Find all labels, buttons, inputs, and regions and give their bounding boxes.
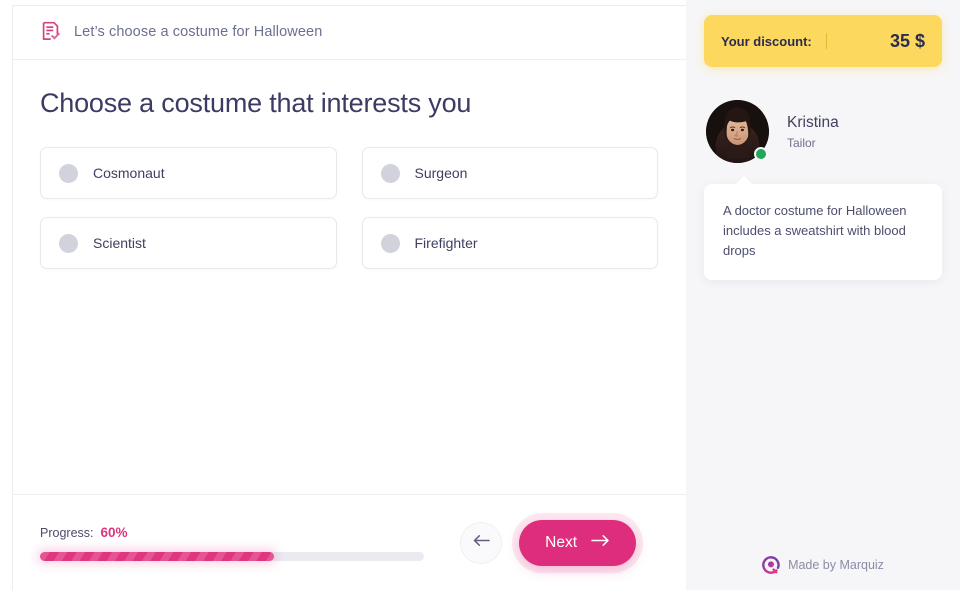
quiz-header-title: Let’s choose a costume for Halloween	[74, 24, 323, 40]
online-status-icon	[754, 147, 768, 161]
arrow-left-icon	[473, 534, 490, 552]
main-quiz-panel: Let’s choose a costume for Halloween Cho…	[0, 0, 686, 590]
progress-value: 60%	[100, 524, 128, 540]
nav-buttons: Next	[460, 519, 658, 566]
avatar-wrap	[706, 100, 769, 163]
quiz-header: Let’s choose a costume for Halloween	[12, 5, 686, 60]
progress-label-row: Progress: 60%	[40, 525, 424, 540]
radio-icon[interactable]	[380, 163, 400, 183]
progress-caption: Progress:	[40, 525, 94, 540]
form-check-icon	[40, 21, 62, 43]
option-label: Cosmonaut	[93, 165, 165, 181]
progress-bar-fill	[40, 551, 275, 561]
quiz-app: Let’s choose a costume for Halloween Cho…	[0, 0, 960, 590]
option-card-firefighter[interactable]: Firefighter	[361, 217, 658, 269]
option-card-surgeon[interactable]: Surgeon	[361, 147, 658, 199]
profile-name: Kristina	[787, 113, 839, 131]
made-by-text: Made by Marquiz	[788, 558, 884, 572]
next-button-label: Next	[545, 533, 577, 551]
option-label: Surgeon	[414, 165, 468, 181]
back-button[interactable]	[460, 521, 503, 564]
options-grid: Cosmonaut Surgeon Scientist Firefighter	[40, 147, 658, 269]
discount-banner: Your discount: 35 $	[704, 15, 942, 67]
discount-amount: 35 $	[889, 30, 925, 51]
bubble-tail	[735, 176, 753, 185]
message-bubble: A doctor costume for Halloween includes …	[704, 176, 942, 280]
progress-bar-track	[40, 551, 424, 561]
option-label: Scientist	[93, 235, 146, 251]
discount-label: Your discount:	[721, 33, 812, 49]
radio-icon[interactable]	[59, 163, 78, 183]
arrow-right-icon	[591, 534, 610, 552]
radio-icon[interactable]	[380, 233, 400, 253]
marquiz-logo-icon	[762, 556, 780, 574]
quiz-footer: Progress: 60% Next	[12, 494, 686, 590]
quiz-body: Choose a costume that interests you Cosm…	[12, 60, 686, 494]
option-card-cosmonaut[interactable]: Cosmonaut	[40, 147, 337, 199]
option-card-scientist[interactable]: Scientist	[40, 217, 337, 269]
sidebar: Your discount: 35 $ Kristina Tailor A do…	[686, 0, 960, 590]
message-text: A doctor costume for Halloween includes …	[723, 203, 907, 258]
progress-block: Progress: 60%	[40, 525, 424, 561]
profile-text: Kristina Tailor	[787, 114, 839, 150]
made-by-marquiz[interactable]: Made by Marquiz	[686, 556, 960, 574]
radio-icon[interactable]	[59, 233, 78, 253]
profile-row: Kristina Tailor	[704, 100, 942, 163]
discount-divider	[825, 33, 827, 49]
option-label: Firefighter	[414, 235, 478, 251]
next-button[interactable]: Next	[519, 519, 636, 566]
question-title: Choose a costume that interests you	[40, 88, 472, 118]
profile-role: Tailor	[787, 135, 816, 150]
